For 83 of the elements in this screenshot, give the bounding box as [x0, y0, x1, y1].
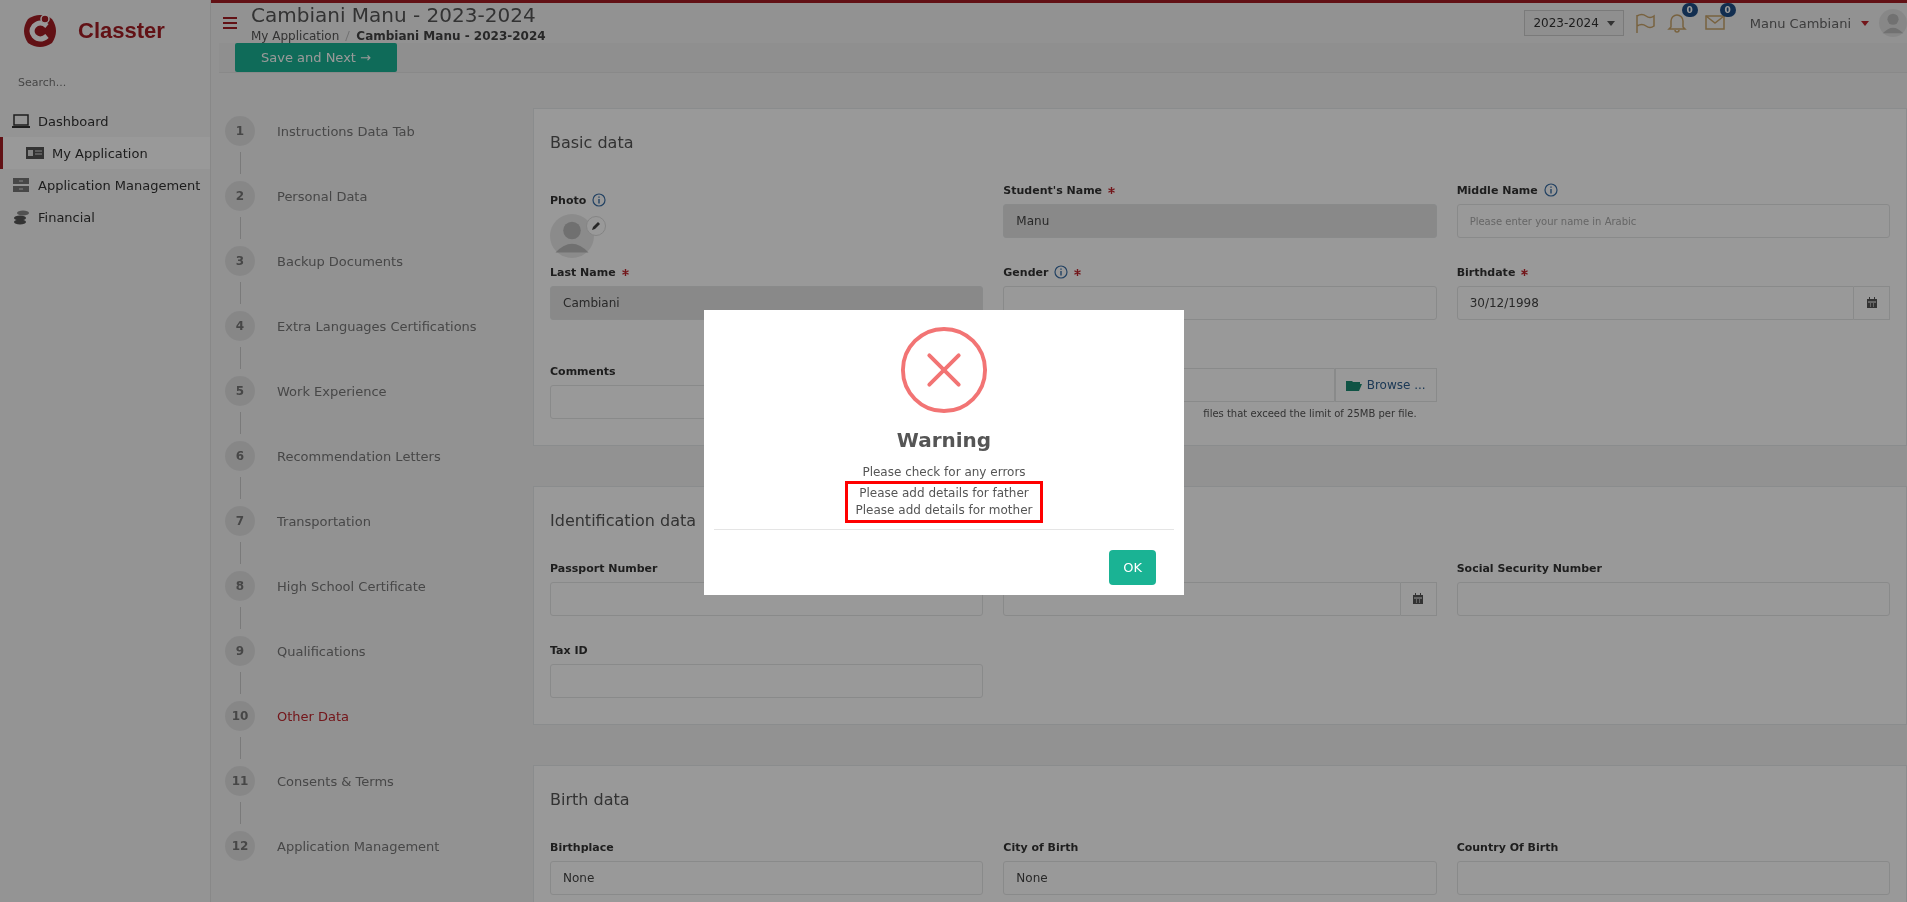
text-field[interactable]: None	[550, 861, 984, 895]
step-number: 4	[225, 311, 255, 341]
field-label: Passport Number	[550, 561, 658, 575]
laptop-icon	[11, 113, 31, 129]
edit-icon[interactable]	[586, 216, 606, 236]
step-label[interactable]: Recommendation Letters	[277, 449, 441, 506]
nav-item[interactable]: Application Management	[0, 169, 210, 201]
caret-icon[interactable]	[1861, 20, 1869, 26]
id-card-icon	[25, 145, 45, 161]
nav-item[interactable]: Dashboard	[0, 105, 210, 137]
step-number: 10	[225, 701, 255, 731]
field-label: Last Name	[550, 265, 616, 279]
step-label[interactable]: Application Management	[277, 839, 440, 896]
year-select[interactable]: 2023-2024	[1524, 10, 1624, 36]
brand-name: Classter	[78, 18, 165, 44]
calendar-icon	[1412, 593, 1425, 605]
step-label[interactable]: Qualifications	[277, 644, 366, 701]
caret-icon	[1606, 20, 1615, 26]
error-icon	[900, 326, 988, 414]
info-icon[interactable]	[592, 193, 607, 207]
save-next-button[interactable]: Save and Next →	[235, 43, 397, 72]
field-label: Student's Name	[1003, 183, 1103, 197]
user-name[interactable]: Manu Cambiani	[1749, 15, 1851, 31]
field-label: City of Birth	[1003, 840, 1079, 854]
section-title: Birth data	[550, 790, 630, 809]
search-field[interactable]: Search...	[12, 70, 194, 95]
menu-icon[interactable]	[223, 17, 237, 29]
ok-button[interactable]: OK	[1109, 550, 1156, 585]
step-number: 3	[225, 246, 255, 276]
step-number: 8	[225, 571, 255, 601]
calendar-icon	[1865, 297, 1878, 309]
step-label[interactable]: Instructions Data Tab	[277, 124, 415, 181]
step-number: 12	[225, 831, 255, 861]
field-label: Middle Name	[1456, 183, 1538, 197]
nav-item[interactable]: My Application	[0, 137, 210, 169]
dialog-message: Please check for any errors	[861, 464, 1027, 481]
message-badge: 0	[1719, 2, 1736, 17]
section-title: Basic data	[550, 133, 634, 152]
coins-icon	[11, 209, 31, 225]
nav-item[interactable]: Financial	[0, 201, 210, 233]
page-title: Cambiani Manu - 2023-2024	[251, 3, 537, 27]
calendar-button[interactable]	[1854, 286, 1890, 320]
dialog-message: Please add details for mother	[845, 502, 1043, 523]
field-label: Tax ID	[550, 643, 588, 657]
field-label: Gender	[1003, 265, 1049, 279]
info-icon[interactable]	[1054, 265, 1069, 279]
flag-icon[interactable]	[1633, 12, 1656, 34]
section-title: Identification data	[550, 511, 697, 530]
step-number: 9	[225, 636, 255, 666]
text-field[interactable]: None	[1003, 861, 1437, 895]
step-label[interactable]: Backup Documents	[277, 254, 403, 311]
field-label: Social Security Number	[1456, 561, 1602, 575]
step-number: 6	[225, 441, 255, 471]
step-number: 11	[225, 766, 255, 796]
step-number: 5	[225, 376, 255, 406]
breadcrumb-item[interactable]: My Application	[251, 29, 340, 43]
field-label: Country Of Birth	[1456, 840, 1559, 854]
step-number: 7	[225, 506, 255, 536]
field-label: Birthplace	[550, 840, 614, 854]
step-label[interactable]: Transportation	[277, 514, 371, 571]
calendar-button[interactable]	[1400, 582, 1437, 616]
field-label: Birthdate	[1456, 265, 1516, 279]
field-label: Photo	[550, 193, 587, 207]
date-field[interactable]: 30/12/1998	[1456, 286, 1854, 320]
avatar-icon	[550, 214, 594, 258]
info-icon[interactable]	[1543, 183, 1558, 197]
folder-icon	[1345, 379, 1362, 391]
step-label[interactable]: Consents & Terms	[277, 774, 394, 831]
step-label[interactable]: Work Experience	[277, 384, 387, 441]
breadcrumb-item: Cambiani Manu - 2023-2024	[356, 29, 546, 43]
browse-button[interactable]: Browse ...	[1334, 368, 1437, 402]
dialog-title: Warning	[896, 428, 992, 452]
step-label[interactable]: Other Data	[277, 709, 350, 766]
file-hint: files that exceed the limit of 25MB per file.	[1203, 408, 1417, 419]
step-label[interactable]: Extra Languages Certifications	[277, 319, 477, 376]
drawers-icon	[11, 177, 31, 193]
field-label: Comments	[550, 364, 616, 378]
step-number: 2	[225, 181, 255, 211]
step-label[interactable]: High School Certificate	[277, 579, 426, 636]
step-number: 1	[225, 116, 255, 146]
step-label[interactable]: Personal Data	[277, 189, 368, 246]
dialog-message: Please add details for father	[845, 481, 1043, 502]
notification-badge: 0	[1681, 2, 1698, 17]
